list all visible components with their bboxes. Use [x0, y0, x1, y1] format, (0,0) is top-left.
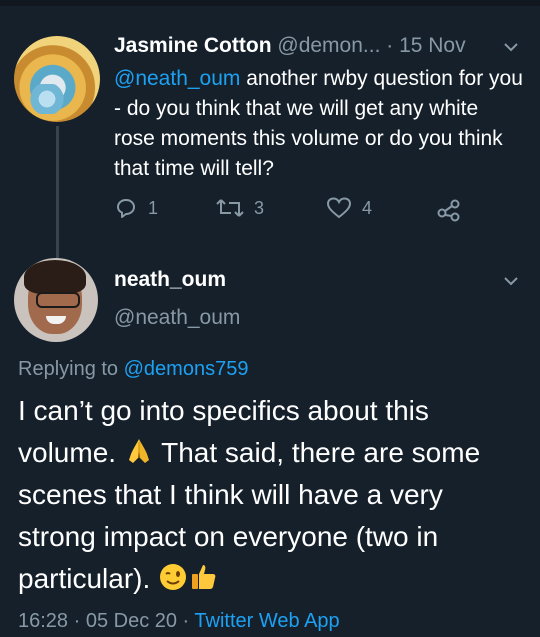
chevron-down-icon[interactable] [504, 274, 518, 288]
avatar-glasses [36, 292, 80, 308]
like-icon [326, 197, 352, 219]
replying-to: Replying to @demons759 [18, 358, 248, 381]
reply-count: 1 [148, 197, 159, 218]
tweet-metadata: 16:28 · 05 Dec 20 · Twitter Web App [18, 610, 340, 633]
author-name[interactable]: Jasmine Cotton [114, 34, 272, 57]
thumbs-up-emoji [192, 565, 216, 589]
retweet-button[interactable]: 3 [216, 196, 264, 220]
main-tweet: neath_oum @neath_oum Replying to @demons… [0, 250, 540, 637]
replying-to-label: Replying to [18, 358, 124, 380]
like-button[interactable]: 4 [326, 196, 372, 220]
tweet-text: I can’t go into specifics about this vol… [18, 390, 528, 600]
share-button[interactable] [436, 196, 462, 222]
reply-button[interactable]: 1 [114, 196, 158, 220]
reply-icon [117, 199, 135, 218]
winking-face-emoji [160, 564, 187, 590]
like-count: 4 [362, 197, 373, 218]
parent-tweet[interactable]: Jasmine Cotton @demon... · 15 Nov @neath… [0, 20, 540, 274]
tweet-text: @neath_oum another rwby question for you… [114, 64, 524, 184]
top-divider [0, 0, 540, 6]
tweet-actions: 1 3 4 [114, 196, 474, 226]
avatar-hair [24, 260, 86, 294]
mention-link[interactable]: @neath_oum [114, 67, 240, 90]
tweet-header: Jasmine Cotton @demon... · 15 Nov [114, 34, 466, 58]
chevron-down-icon[interactable] [504, 40, 518, 54]
retweet-icon [216, 199, 244, 217]
tweet-source[interactable]: Twitter Web App [194, 610, 339, 632]
avatar[interactable] [14, 36, 100, 122]
avatar[interactable] [14, 258, 98, 342]
folded-hands-emoji [128, 439, 149, 463]
share-icon [437, 199, 460, 222]
author-name[interactable]: neath_oum [114, 268, 226, 292]
author-handle[interactable]: @neath_oum [114, 306, 240, 330]
tweet-date[interactable]: · 15 Nov [386, 34, 465, 57]
author-handle[interactable]: @demon... [277, 34, 380, 57]
tweet-timestamp[interactable]: 16:28 · 05 Dec 20 · [18, 610, 194, 632]
replying-to-link[interactable]: @demons759 [124, 358, 249, 380]
retweet-count: 3 [254, 197, 265, 218]
